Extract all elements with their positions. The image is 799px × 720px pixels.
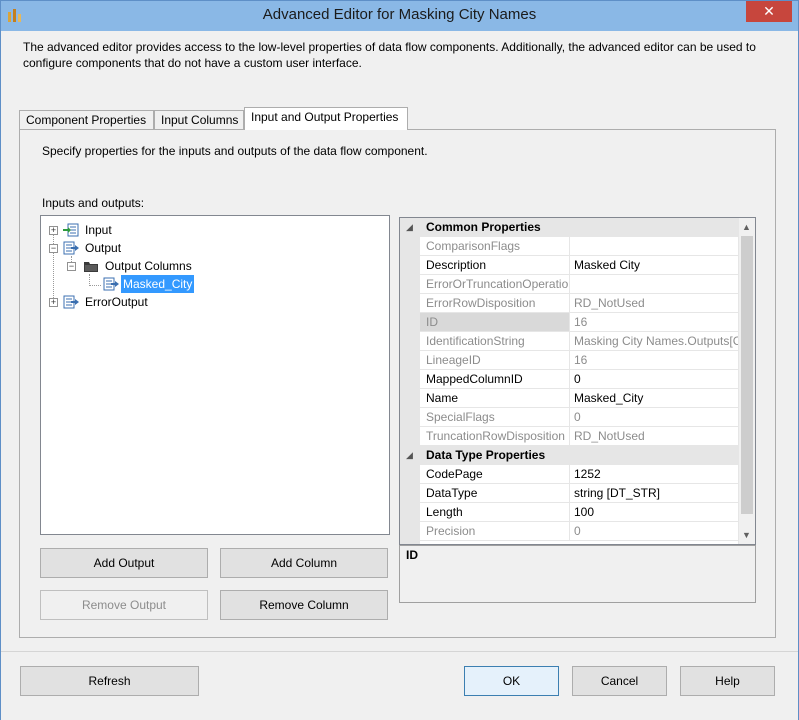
property-grid-scrollbar[interactable]: ▲ ▼ — [738, 218, 755, 544]
help-button[interactable]: Help — [680, 666, 775, 696]
scroll-up-icon[interactable]: ▲ — [742, 222, 751, 232]
cancel-button[interactable]: Cancel — [572, 666, 667, 696]
advanced-editor-window: Advanced Editor for Masking City Names ✕… — [0, 0, 799, 720]
tree-item-output-columns[interactable]: − Output Columns — [41, 257, 381, 275]
property-row[interactable]: LineageID 16 — [400, 351, 740, 370]
tab-component-properties[interactable]: Component Properties — [19, 110, 154, 130]
scrollbar-thumb[interactable] — [741, 236, 753, 514]
window-title: Advanced Editor for Masking City Names — [262, 6, 537, 23]
property-row[interactable]: Length 100 — [400, 503, 740, 522]
title-bar[interactable]: Advanced Editor for Masking City Names ✕ — [1, 1, 798, 31]
collapse-triangle-icon[interactable]: ◢ — [406, 222, 413, 233]
property-row[interactable]: ComparisonFlags — [400, 237, 740, 256]
close-button[interactable]: ✕ — [746, 1, 792, 22]
refresh-button[interactable]: Refresh — [20, 666, 199, 696]
inputs-outputs-label: Inputs and outputs: — [42, 196, 145, 210]
property-row[interactable]: ErrorRowDisposition RD_NotUsed — [400, 294, 740, 313]
output-icon — [63, 241, 79, 255]
tree-item-error-output[interactable]: + ErrorOutput — [41, 293, 381, 311]
property-row[interactable]: CodePage 1252 — [400, 465, 740, 484]
tree-item-label: Input — [85, 223, 112, 237]
add-column-button[interactable]: Add Column — [220, 548, 388, 578]
scroll-down-icon[interactable]: ▼ — [742, 530, 751, 540]
add-output-button[interactable]: Add Output — [40, 548, 208, 578]
dialog-content: The advanced editor provides access to t… — [1, 31, 798, 720]
property-row[interactable]: ErrorOrTruncationOperatio — [400, 275, 740, 294]
property-row[interactable]: Name Masked_City — [400, 389, 740, 408]
tab-input-output-properties[interactable]: Input and Output Properties — [244, 107, 408, 130]
collapse-icon[interactable]: − — [49, 244, 58, 253]
remove-output-button[interactable]: Remove Output — [40, 590, 208, 620]
expand-icon[interactable]: + — [49, 298, 58, 307]
input-icon — [63, 223, 79, 237]
column-icon — [103, 277, 119, 291]
tab-input-columns[interactable]: Input Columns — [154, 110, 244, 130]
tree-item-label: Masked_City — [121, 275, 195, 293]
tree-item-masked-city[interactable]: Masked_City — [41, 275, 381, 293]
property-row-selected[interactable]: ID 16 — [400, 313, 740, 332]
remove-column-button[interactable]: Remove Column — [220, 590, 388, 620]
folder-icon — [84, 262, 98, 272]
tree-item-label: Output Columns — [105, 259, 192, 273]
property-row[interactable]: IdentificationString Masking City Names.… — [400, 332, 740, 351]
editor-description: The advanced editor provides access to t… — [23, 40, 756, 70]
property-help-panel: ID — [399, 545, 756, 603]
property-grid[interactable]: ◢ Common Properties ComparisonFlags Desc… — [399, 217, 756, 545]
tree-item-label: Output — [85, 241, 122, 255]
footer-separator — [1, 651, 798, 652]
panel-description: Specify properties for the inputs and ou… — [42, 144, 428, 158]
collapse-icon[interactable]: − — [67, 262, 76, 271]
error-output-icon — [63, 295, 79, 309]
property-row[interactable]: Precision 0 — [400, 522, 740, 541]
property-row[interactable]: TruncationRowDisposition RD_NotUsed — [400, 427, 740, 446]
tree-item-label: ErrorOutput — [85, 295, 148, 309]
property-row[interactable]: Description Masked City — [400, 256, 740, 275]
expand-icon[interactable]: + — [49, 226, 58, 235]
collapse-triangle-icon[interactable]: ◢ — [406, 450, 413, 461]
inputs-outputs-tree[interactable]: + Input − Output − Output Columns Masked… — [40, 215, 390, 535]
tree-item-output[interactable]: − Output — [41, 239, 381, 257]
help-title: ID — [406, 548, 418, 562]
property-row[interactable]: DataType string [DT_STR] — [400, 484, 740, 503]
category-data-type-properties[interactable]: ◢ Data Type Properties — [400, 446, 740, 465]
property-row[interactable]: MappedColumnID 0 — [400, 370, 740, 389]
tree-item-input[interactable]: + Input — [41, 221, 381, 239]
property-row[interactable]: SpecialFlags 0 — [400, 408, 740, 427]
ok-button[interactable]: OK — [464, 666, 559, 696]
category-common-properties[interactable]: ◢ Common Properties — [400, 218, 740, 237]
